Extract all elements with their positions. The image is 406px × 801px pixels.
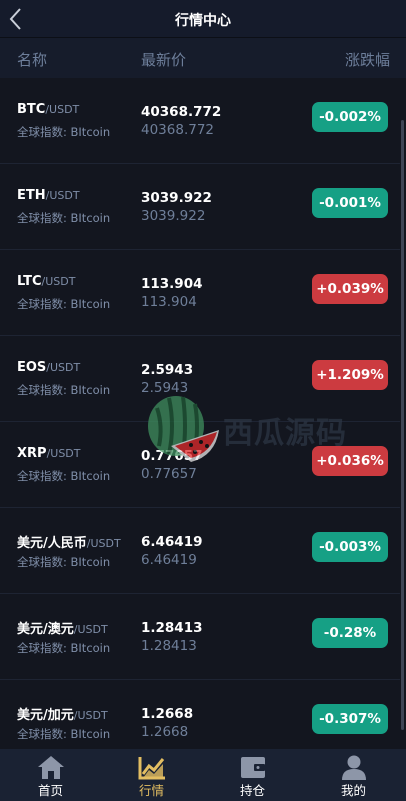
latest-price: 1.2668 xyxy=(141,706,194,722)
change-badge[interactable]: -0.307% xyxy=(312,704,388,734)
change-badge[interactable]: -0.28% xyxy=(312,618,388,648)
bottom-tab-bar: 首页 行情 持仓 我的 xyxy=(0,749,406,801)
watermark-logo: 西瓜源码 xyxy=(145,390,365,470)
quote-currency: /USDT xyxy=(73,623,108,636)
tab-label: 持仓 xyxy=(239,783,265,798)
symbol: ETH/USDT xyxy=(17,188,80,203)
watermark-text: 西瓜源码 xyxy=(223,416,347,451)
quote-currency: /USDT xyxy=(46,447,81,460)
index-label: 全球指数: BItcoin xyxy=(17,125,111,139)
tab-mine[interactable]: 我的 xyxy=(303,749,404,801)
tab-label: 我的 xyxy=(340,783,366,798)
market-row[interactable]: ETH/USDT 全球指数: BItcoin 3039.922 3039.922… xyxy=(0,164,400,250)
column-name: 名称 xyxy=(17,51,48,69)
latest-price: 40368.772 xyxy=(141,104,222,120)
scrollbar[interactable] xyxy=(401,120,404,730)
chart-icon xyxy=(138,757,165,780)
market-row[interactable]: LTC/USDT 全球指数: BItcoin 113.904 113.904 +… xyxy=(0,250,400,336)
quote-currency: /USDT xyxy=(73,709,108,722)
quote-currency: /USDT xyxy=(45,103,80,116)
secondary-price: 1.2668 xyxy=(141,724,189,740)
latest-price: 1.28413 xyxy=(141,620,203,636)
tab-positions[interactable]: 持仓 xyxy=(202,749,303,801)
secondary-price: 6.46419 xyxy=(141,552,197,568)
index-label: 全球指数: BItcoin xyxy=(17,555,111,569)
change-badge[interactable]: +1.209% xyxy=(312,360,388,390)
change-badge[interactable]: +0.039% xyxy=(312,274,388,304)
secondary-price: 1.28413 xyxy=(141,638,197,654)
home-icon xyxy=(38,756,64,779)
latest-price: 6.46419 xyxy=(141,534,203,550)
column-change: 涨跌幅 xyxy=(344,51,390,69)
user-icon xyxy=(342,755,366,780)
quote-currency: /USDT xyxy=(46,361,81,374)
symbol: LTC/USDT xyxy=(17,274,76,289)
index-label: 全球指数: BItcoin xyxy=(17,211,111,225)
column-header: 名称 最新价 涨跌幅 xyxy=(0,38,406,78)
quote-currency: /USDT xyxy=(45,189,80,202)
symbol: 美元/人民币/USDT xyxy=(17,536,121,551)
quote-currency: /USDT xyxy=(86,537,121,550)
change-badge[interactable]: -0.001% xyxy=(312,188,388,218)
secondary-price: 3039.922 xyxy=(141,208,206,224)
tab-home[interactable]: 首页 xyxy=(0,749,101,801)
index-label: 全球指数: BItcoin xyxy=(17,469,111,483)
index-label: 全球指数: BItcoin xyxy=(17,297,111,311)
tab-label: 行情 xyxy=(138,783,164,798)
tab-market[interactable]: 行情 xyxy=(101,749,202,801)
latest-price: 3039.922 xyxy=(141,190,212,206)
market-row[interactable]: BTC/USDT 全球指数: BItcoin 40368.772 40368.7… xyxy=(0,78,400,164)
wallet-icon xyxy=(241,757,265,778)
index-label: 全球指数: BItcoin xyxy=(17,383,111,397)
market-row[interactable]: 美元/人民币/USDT 全球指数: BItcoin 6.46419 6.4641… xyxy=(0,508,400,594)
quote-currency: /USDT xyxy=(41,275,76,288)
change-badge[interactable]: -0.002% xyxy=(312,102,388,132)
latest-price: 2.5943 xyxy=(141,362,194,378)
symbol: EOS/USDT xyxy=(17,360,81,375)
symbol: 美元/加元/USDT xyxy=(17,708,108,723)
market-row[interactable]: 美元/澳元/USDT 全球指数: BItcoin 1.28413 1.28413… xyxy=(0,594,400,680)
column-price: 最新价 xyxy=(141,51,187,69)
index-label: 全球指数: BItcoin xyxy=(17,727,111,741)
secondary-price: 113.904 xyxy=(141,294,197,310)
page-title: 行情中心 xyxy=(175,13,231,29)
watermelon-icon xyxy=(148,396,219,462)
change-badge[interactable]: -0.003% xyxy=(312,532,388,562)
secondary-price: 40368.772 xyxy=(141,122,215,138)
tab-label: 首页 xyxy=(37,783,63,798)
symbol: XRP/USDT xyxy=(17,446,81,461)
latest-price: 113.904 xyxy=(141,276,203,292)
symbol: BTC/USDT xyxy=(17,102,80,117)
symbol: 美元/澳元/USDT xyxy=(17,622,108,637)
top-bar: 行情中心 xyxy=(0,0,406,38)
index-label: 全球指数: BItcoin xyxy=(17,641,111,655)
